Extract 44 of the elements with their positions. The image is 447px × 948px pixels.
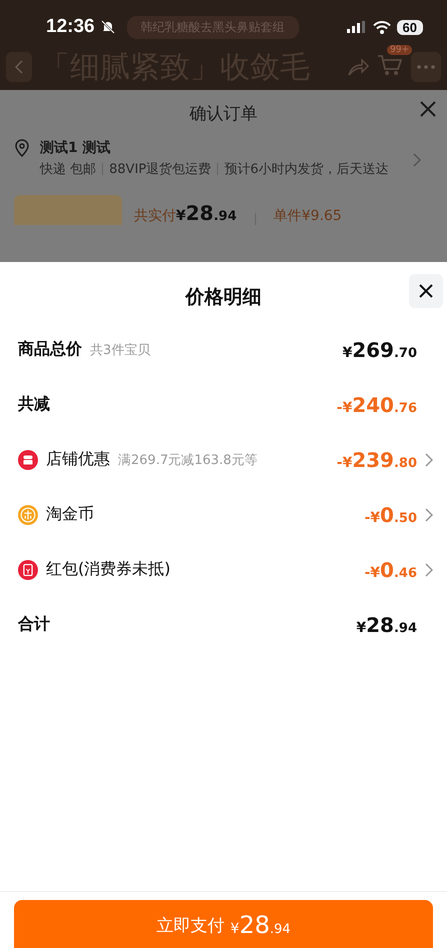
row-amount: -¥239.80: [336, 448, 417, 472]
row-label: 淘金币: [46, 504, 94, 525]
chevron-right-icon[interactable]: [413, 153, 421, 167]
order-sheet-title: 确认订单: [190, 104, 258, 124]
chevron-right-icon: [425, 562, 433, 576]
row-label: 共减: [18, 394, 50, 415]
row-amount: -¥0.50: [364, 502, 417, 526]
delivery-info: 88VIP退货包运费: [109, 162, 212, 177]
chevron-right-icon: [425, 508, 433, 522]
unit-price: 单件¥9.65: [274, 207, 342, 225]
battery-level: 60: [396, 20, 423, 34]
more-icon[interactable]: [411, 52, 441, 82]
row-note: 共3件宝贝: [90, 342, 150, 358]
signal-icon: [346, 21, 367, 33]
envelope-icon: [18, 560, 38, 580]
close-icon[interactable]: [418, 283, 434, 299]
location-pin-icon: [14, 139, 30, 157]
close-button[interactable]: [409, 274, 443, 308]
delivery-info: 快递 包邮: [40, 162, 96, 177]
recipient-name: 测试1 测试: [40, 139, 112, 157]
row-amount: ¥269.70: [342, 338, 417, 362]
shop-icon: [18, 450, 38, 470]
cart-icon[interactable]: [377, 53, 403, 77]
back-button[interactable]: [6, 52, 32, 82]
row-label: 商品总价: [18, 339, 82, 360]
sheet-title: 价格明细: [186, 286, 262, 308]
paid-label: 共实付: [134, 208, 176, 224]
row-label: 店铺优惠: [46, 449, 110, 470]
coin-icon: [18, 504, 38, 524]
share-icon[interactable]: [347, 57, 369, 77]
row-note: 满269.7元减163.8元等: [118, 452, 258, 468]
chevron-right-icon: [425, 452, 433, 466]
cart-count-badge: 99+: [387, 45, 412, 55]
row-amount: ¥28.94: [356, 612, 417, 636]
row-label: 合计: [18, 614, 50, 635]
delivery-info: 预计6小时内发货，后天送达: [224, 162, 389, 177]
row-amount: -¥0.46: [364, 558, 417, 582]
pay-button[interactable]: 立即支付 ¥28.94: [14, 900, 433, 948]
bell-slash-icon: [100, 20, 115, 34]
row-amount: -¥240.76: [336, 392, 417, 416]
wifi-icon: [372, 20, 391, 34]
row-label: 红包(消费券未抵): [46, 559, 170, 580]
status-time: 12:36: [46, 16, 95, 38]
back-icon[interactable]: [15, 60, 23, 74]
